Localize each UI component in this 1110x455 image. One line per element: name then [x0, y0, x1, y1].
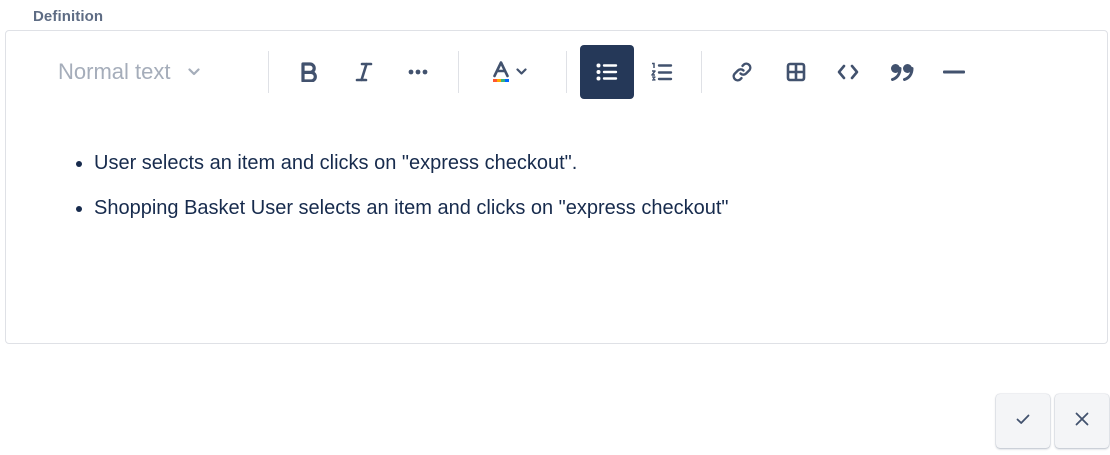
chevron-down-icon [516, 68, 527, 76]
text-style-label: Normal text [58, 59, 171, 84]
toolbar-separator [268, 51, 269, 93]
toolbar-separator [701, 51, 702, 93]
list-item: Shopping Basket User selects an item and… [94, 196, 1107, 220]
quote-button[interactable] [882, 45, 922, 99]
divider-button[interactable] [934, 45, 974, 99]
more-formatting-button[interactable] [398, 45, 438, 99]
italic-button[interactable] [344, 45, 384, 99]
bold-icon [300, 62, 318, 82]
more-formatting-icon [408, 69, 428, 75]
editor-content[interactable]: User selects an item and clicks on "expr… [6, 151, 1107, 241]
rich-text-editor[interactable]: Normal text • User selects an item and c… [5, 30, 1108, 344]
bullet-list: User selects an item and clicks on "expr… [6, 151, 1107, 220]
link-button[interactable] [722, 45, 762, 99]
table-button[interactable] [776, 45, 816, 99]
field-label: Definition [33, 8, 104, 25]
numbered-list-button[interactable] [642, 45, 682, 99]
confirm-button[interactable] [996, 394, 1050, 448]
cancel-button[interactable] [1055, 394, 1109, 448]
check-icon [1016, 412, 1030, 430]
table-icon [786, 62, 806, 82]
chevron-down-icon [188, 68, 201, 76]
text-style-dropdown[interactable]: Normal text [56, 45, 232, 99]
divider-icon [942, 70, 966, 74]
text-color-icon [491, 60, 511, 84]
code-button[interactable] [828, 45, 868, 99]
close-icon [1075, 412, 1089, 431]
bullet-list-button[interactable] [580, 45, 634, 99]
bullet-list-icon [596, 63, 618, 81]
editor-toolbar: Normal text [6, 45, 1107, 99]
list-item: User selects an item and clicks on "expr… [94, 151, 1107, 175]
code-icon [837, 64, 859, 80]
text-color-button[interactable] [478, 45, 540, 99]
toolbar-separator [458, 51, 459, 93]
italic-icon [355, 62, 373, 82]
bold-button[interactable] [289, 45, 329, 99]
numbered-list-icon [651, 62, 673, 82]
quote-icon [890, 62, 914, 82]
link-icon [731, 61, 753, 83]
toolbar-separator [566, 51, 567, 93]
